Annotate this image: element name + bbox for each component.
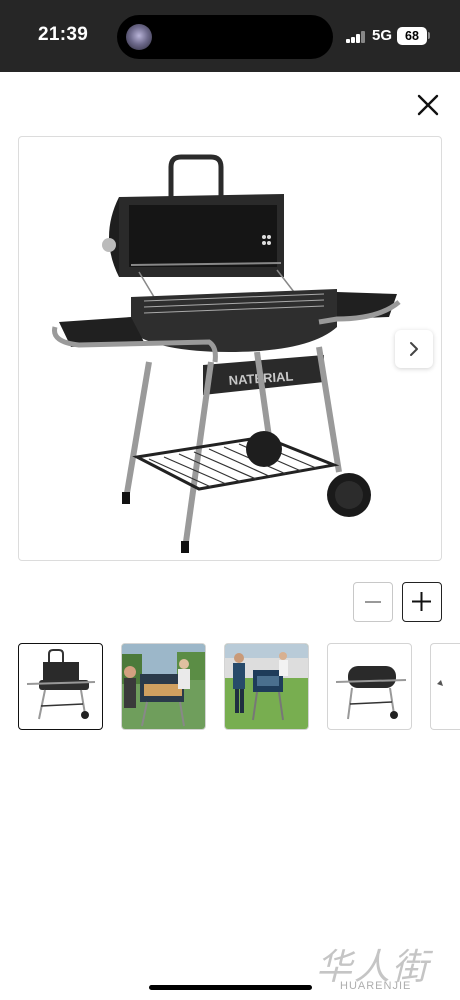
zoom-out-button[interactable] (353, 582, 393, 622)
close-button[interactable] (412, 89, 444, 121)
thumbnail-4[interactable] (327, 643, 412, 730)
plus-icon (412, 592, 431, 611)
close-icon (417, 94, 439, 116)
watermark-text: HUARENJIE (340, 980, 412, 992)
thumbnail-5[interactable] (430, 643, 460, 730)
thumbnail-2[interactable] (121, 643, 206, 730)
battery-icon: 68 (397, 27, 427, 45)
grill-illustration: NATERIAL (52, 154, 401, 553)
minus-icon (365, 601, 381, 603)
dynamic-island (117, 15, 333, 59)
signal-icon (346, 31, 366, 43)
thumbnail-outdoor-cooking-image (122, 644, 205, 729)
thumbnail-3[interactable] (224, 643, 309, 730)
zoom-in-button[interactable] (402, 582, 442, 622)
thumbnail-detail-image (437, 680, 443, 686)
next-image-button[interactable] (395, 330, 433, 368)
home-indicator[interactable] (149, 985, 312, 990)
status-bar: 21:39 5G 68 (0, 0, 460, 72)
flashlight-icon (126, 24, 152, 50)
battery-tip (428, 32, 430, 39)
thumbnail-outdoor-party-image (225, 644, 308, 729)
thumbnail-1[interactable] (18, 643, 103, 730)
network-type: 5G (372, 27, 393, 44)
thumbnail-grill-closed-image (335, 666, 407, 720)
main-product-image[interactable]: NATERIAL (18, 136, 442, 561)
status-time: 21:39 (38, 24, 89, 45)
chevron-right-icon (410, 342, 418, 356)
thumbnail-grill-open-image (26, 649, 96, 720)
